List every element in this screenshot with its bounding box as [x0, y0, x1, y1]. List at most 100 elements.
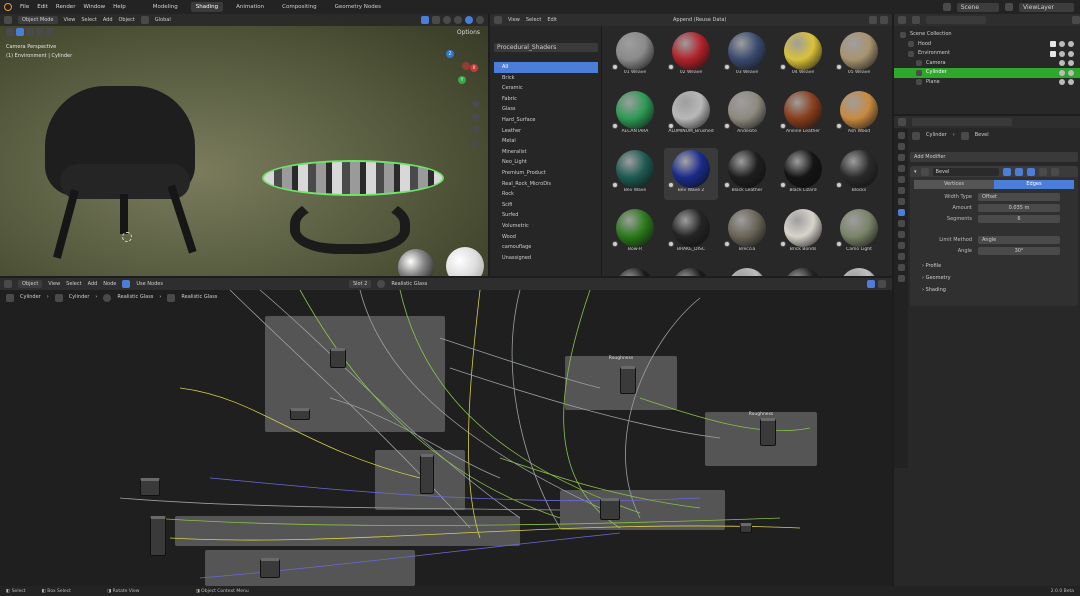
object-mode-dropdown[interactable]: Object Mode [18, 16, 58, 24]
category-item[interactable]: Leather [494, 126, 598, 137]
data-tab-icon[interactable] [897, 253, 905, 260]
asset-tile[interactable] [608, 266, 662, 276]
subpanel-geometry[interactable]: › Geometry [910, 272, 1078, 284]
filter-icon[interactable] [1072, 16, 1080, 24]
menu-window[interactable]: Window [83, 4, 105, 10]
shading-material-icon[interactable] [465, 16, 473, 24]
material-tab-icon[interactable] [897, 264, 905, 271]
workspace-tab-geometry-nodes[interactable]: Geometry Nodes [330, 2, 386, 12]
perspective-toggle-icon[interactable] [472, 139, 480, 147]
outliner-search-input[interactable] [926, 16, 986, 24]
search-icon[interactable] [869, 16, 877, 24]
asset-tile[interactable] [720, 266, 774, 276]
angle-input[interactable]: 30° [978, 247, 1060, 255]
eye-icon[interactable] [1059, 69, 1065, 76]
pan-hand-icon[interactable] [472, 113, 480, 121]
box-select-icon[interactable] [16, 28, 24, 36]
world-tab-icon[interactable] [897, 187, 905, 194]
modifier-wrench-icon[interactable] [897, 209, 905, 216]
asset-tile[interactable]: Black Lizard [776, 148, 830, 200]
select-mode-icon[interactable] [36, 28, 44, 36]
camera-render-icon[interactable] [1068, 79, 1074, 86]
asset-tile[interactable]: Aniline Leather [776, 89, 830, 141]
properties-search-input[interactable] [912, 118, 1012, 126]
filter-icon[interactable] [880, 16, 888, 24]
zoom-icon[interactable] [472, 100, 480, 108]
import-mode-dropdown[interactable]: Append (Reuse Data) [673, 17, 726, 23]
edit-mode-toggle-icon[interactable] [1002, 167, 1011, 176]
eye-icon[interactable] [1059, 50, 1065, 57]
texture-tab-icon[interactable] [897, 275, 905, 282]
width-type-dropdown[interactable]: Offset [978, 193, 1060, 201]
category-item[interactable]: Unassigned [494, 253, 598, 264]
physics-tab-icon[interactable] [897, 231, 905, 238]
category-item[interactable]: All [494, 62, 598, 73]
modifier-name-field[interactable]: Bevel [932, 167, 999, 176]
display-mode-icon[interactable] [912, 16, 920, 24]
exclude-checkbox[interactable] [1050, 50, 1056, 57]
editor-type-icon[interactable] [4, 16, 12, 24]
asset-tile[interactable]: Brick Bonds [776, 207, 830, 259]
shader-node[interactable] [620, 366, 636, 394]
category-item[interactable]: Wood [494, 232, 598, 243]
tab-vertices[interactable]: Vertices [914, 180, 994, 189]
exclude-checkbox[interactable] [1050, 41, 1056, 48]
workspace-tab-animation[interactable]: Animation [231, 2, 269, 12]
menu-edit[interactable]: Edit [37, 4, 48, 10]
object-tab-icon[interactable] [897, 198, 905, 205]
blender-logo-icon[interactable] [4, 3, 12, 11]
asset-tile[interactable]: Camo Light [832, 207, 886, 259]
asset-tile[interactable]: Bev Wave 2 [664, 148, 718, 200]
viewport-menu-select[interactable]: Select [81, 17, 96, 23]
category-item[interactable]: Premium_Product [494, 168, 598, 179]
workspace-tab-modeling[interactable]: Modeling [148, 2, 183, 12]
menu-render[interactable]: Render [56, 4, 76, 10]
modifier-menu-icon[interactable] [1038, 167, 1047, 176]
viewport-menu-add[interactable]: Add [103, 17, 113, 23]
asset-tile[interactable]: Bev Wave [608, 148, 662, 200]
editor-type-icon[interactable] [898, 16, 906, 24]
select-tool-icon[interactable] [6, 28, 14, 36]
viewport-toggle-icon[interactable] [1014, 167, 1023, 176]
view-layer-selector[interactable]: ViewLayer [1019, 2, 1074, 12]
category-item[interactable]: Neo_Light [494, 157, 598, 168]
category-item[interactable]: Mineralist [494, 147, 598, 158]
asset-tile[interactable]: Andesite [720, 89, 774, 141]
gizmo-toggle-icon[interactable] [421, 16, 429, 24]
tool-tab-icon[interactable] [897, 132, 905, 139]
limit-method-dropdown[interactable]: Angle [978, 236, 1060, 244]
outliner-item[interactable]: Scene Collection [894, 30, 1080, 40]
asset-menu-select[interactable]: Select [526, 17, 541, 23]
shader-node[interactable] [600, 498, 620, 520]
category-item[interactable]: Brick [494, 73, 598, 84]
shader-node-editor[interactable]: Object View Select Add Node Use Nodes Sl… [0, 278, 892, 586]
asset-tile[interactable]: 05 Weave [832, 30, 886, 82]
amount-input[interactable]: 0.035 m [978, 204, 1060, 212]
render-toggle-icon[interactable] [1026, 167, 1035, 176]
shading-wireframe-icon[interactable] [443, 16, 451, 24]
gizmo-z-icon[interactable]: Z [446, 50, 454, 58]
category-item[interactable]: Surfed [494, 210, 598, 221]
asset-tile[interactable]: 03 Weave [720, 30, 774, 82]
camera-render-icon[interactable] [1068, 60, 1074, 67]
table-top-selected[interactable] [262, 160, 444, 196]
menu-file[interactable]: File [20, 4, 29, 10]
category-item[interactable]: Metal [494, 136, 598, 147]
subpanel-shading[interactable]: › Shading [910, 284, 1078, 296]
category-item[interactable]: Rock [494, 189, 598, 200]
select-mode-icon[interactable] [46, 28, 54, 36]
shader-node[interactable] [260, 558, 280, 578]
outliner-item[interactable]: Environment [894, 49, 1080, 59]
transform-orientation-dropdown[interactable]: Global [155, 17, 171, 23]
asset-tile[interactable]: ALUMINUM_Brushed [664, 89, 718, 141]
add-modifier-button[interactable]: Add Modifier [910, 152, 1078, 162]
eye-icon[interactable] [1059, 41, 1065, 48]
shading-rendered-icon[interactable] [476, 16, 484, 24]
asset-tile[interactable]: ALCANTARA [608, 89, 662, 141]
gizmo-y-icon[interactable]: Y [458, 76, 466, 84]
camera-render-icon[interactable] [1068, 41, 1074, 48]
category-item[interactable]: Hard_Surface [494, 115, 598, 126]
outliner-item[interactable]: Cylinder [894, 68, 1080, 78]
asset-menu-edit[interactable]: Edit [547, 17, 557, 23]
asset-tile[interactable]: 02 Weave [664, 30, 718, 82]
